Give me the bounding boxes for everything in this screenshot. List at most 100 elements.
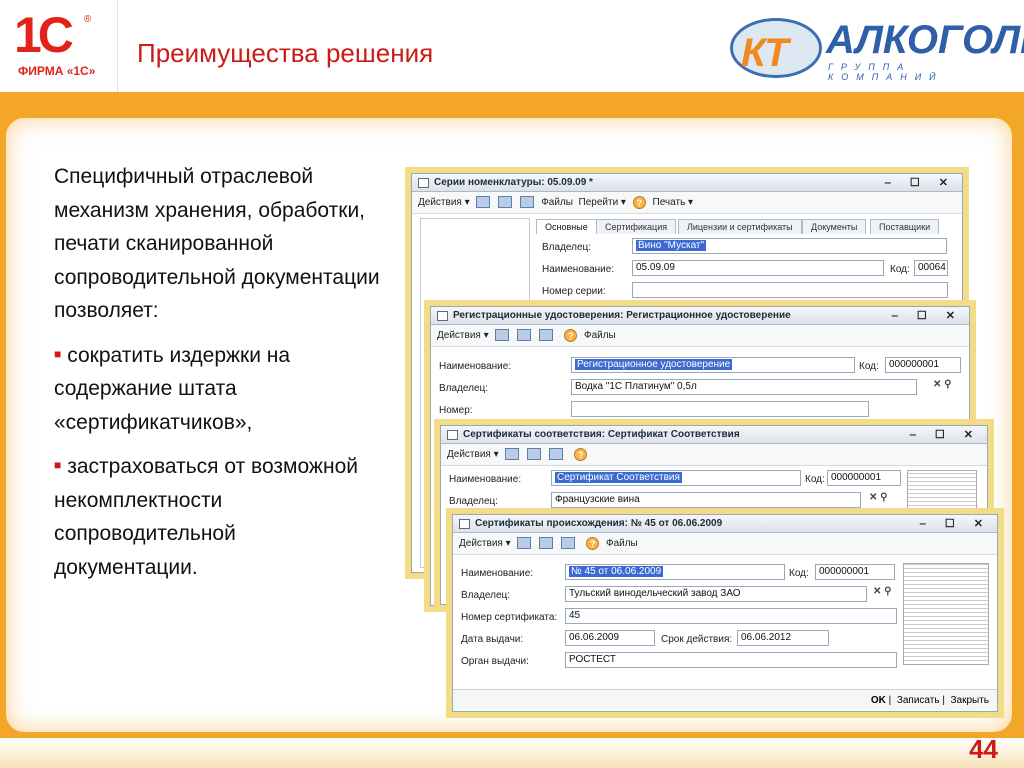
refresh-icon[interactable] [498,196,513,209]
page-number: 44 [969,734,998,764]
window-title: Сертификаты соответствия: Сертификат Соо… [463,429,740,440]
files-button[interactable]: Файлы [584,330,616,341]
clear-icon[interactable]: ✕ ⚲ [933,379,951,390]
window-icon [447,430,458,440]
window-controls[interactable]: ‒ ☐ ✕ [892,307,963,325]
name-field[interactable]: 05.09.09 [632,260,884,276]
owner-field[interactable]: Вино "Мускат" [632,238,947,254]
name-value: Сертификат Соответствия [555,472,682,483]
tab-licenses[interactable]: Лицензии и сертификаты [678,219,802,234]
toolbar: Действия ▾ Файлы Перейти ▾ ? Печать ▾ [412,192,962,214]
window-titlebar[interactable]: Сертификаты происхождения: № 45 от 06.06… [453,515,997,533]
name-value: № 45 от 06.06.2009 [569,566,664,577]
tab-suppliers[interactable]: Поставщики [870,219,940,234]
code-label: Код: [789,568,809,579]
window-titlebar[interactable]: Регистрационные удостоверения: Регистрац… [431,307,969,325]
clear-icon[interactable]: ✕ ⚲ [869,492,887,503]
goto-menu[interactable]: Перейти ▾ [579,197,626,208]
actions-menu[interactable]: Действия ▾ [459,538,511,549]
valid-until-field[interactable]: 06.06.2012 [737,630,829,646]
copy-icon[interactable] [520,196,535,209]
toolbar: Действия ▾ ? Файлы [431,325,969,347]
partner-logo-badge-text: КТ [741,31,788,75]
window-icon [437,311,448,321]
intro-paragraph: Специфичный отраслевой механизм хранения… [54,165,380,322]
help-icon[interactable]: ? [564,328,578,342]
serial-label: Номер серии: [542,286,606,297]
issue-date-field[interactable]: 06.06.2009 [565,630,655,646]
edit-icon[interactable] [517,537,532,550]
owner-label: Владелец: [461,590,511,601]
window-titlebar[interactable]: Сертификаты соответствия: Сертификат Соо… [441,426,987,444]
edit-icon[interactable] [476,196,491,209]
help-icon[interactable]: ? [586,536,600,550]
toolbar: Действия ▾ ? Файлы [453,533,997,555]
edit-icon[interactable] [495,329,510,342]
cert-number-field[interactable]: 45 [565,608,897,624]
serial-field[interactable] [632,282,948,298]
number-field[interactable] [571,401,869,417]
ok-button[interactable]: OK [871,695,886,706]
window-title: Сертификаты происхождения: № 45 от 06.06… [475,518,723,529]
bullet-text: сократить издержки на содержание штата «… [54,343,291,434]
name-field[interactable]: № 45 от 06.06.2009 [565,564,785,580]
bullet-square-icon: ■ [54,346,62,361]
save-button[interactable]: Записать [897,695,940,706]
tab-certification[interactable]: Сертификация [596,219,677,234]
files-button[interactable]: Файлы [606,538,638,549]
partner-logo: КТ АЛКОГОЛЬ ГРУППА КОМПАНИЙ [730,14,1024,84]
owner-field[interactable]: Тульский винодельческий завод ЗАО [565,586,867,602]
header-band [0,92,1024,112]
copy-icon[interactable] [549,448,564,461]
code-field[interactable]: 000000001 [815,564,895,580]
window-controls[interactable]: ‒ ☐ ✕ [920,515,991,533]
name-field[interactable]: Сертификат Соответствия [551,470,801,486]
owner-label: Владелец: [439,383,489,394]
code-label: Код: [890,264,910,275]
files-button[interactable]: Файлы [541,197,573,208]
actions-menu[interactable]: Действия ▾ [437,330,489,341]
partner-logo-badge: КТ [730,18,822,78]
refresh-icon[interactable] [539,537,554,550]
code-field[interactable]: 00064 [914,260,948,276]
close-button[interactable]: Закрыть [950,695,989,706]
refresh-icon[interactable] [517,329,532,342]
edit-icon[interactable] [505,448,520,461]
name-field[interactable]: Регистрационное удостоверение [571,357,855,373]
cert-number-label: Номер сертификата: [461,612,558,623]
page-title: Преимущества решения [137,38,434,68]
owner-field[interactable]: Французские вина [551,492,861,508]
code-label: Код: [805,474,825,485]
help-icon[interactable]: ? [574,447,588,461]
scan-thumbnail[interactable] [903,563,989,665]
name-label: Наименование: [449,474,522,485]
window-origin[interactable]: Сертификаты происхождения: № 45 от 06.06… [452,514,998,712]
footer-band [0,738,1024,768]
logo-registered-mark: ® [84,14,92,25]
window-titlebar[interactable]: Серии номенклатуры: 05.09.09 * ‒ ☐ ✕ [412,174,962,192]
issuer-field[interactable]: РОСТЕСТ [565,652,897,668]
refresh-icon[interactable] [527,448,542,461]
owner-value: Вино "Мускат" [636,240,707,251]
actions-menu[interactable]: Действия ▾ [418,197,470,208]
code-field[interactable]: 000000001 [827,470,901,486]
bullet-square-icon: ■ [54,458,62,472]
copy-icon[interactable] [561,537,576,550]
tab-main[interactable]: Основные [536,219,597,234]
actions-menu[interactable]: Действия ▾ [447,449,499,460]
toolbar: Действия ▾ ? [441,444,987,466]
window-controls[interactable]: ‒ ☐ ✕ [910,426,981,444]
issue-date-label: Дата выдачи: [461,634,524,645]
copy-icon[interactable] [539,329,554,342]
tab-documents[interactable]: Документы [802,219,867,234]
bullet-text: застраховаться от возможной некомплектно… [54,455,358,579]
help-icon[interactable]: ? [632,195,646,209]
print-menu[interactable]: Печать ▾ [653,197,694,208]
name-value: Регистрационное удостоверение [575,359,733,370]
clear-icon[interactable]: ✕ ⚲ [873,586,891,597]
name-label: Наименование: [461,568,534,579]
code-field[interactable]: 000000001 [885,357,961,373]
owner-field[interactable]: Водка "1С Платинум" 0,5л [571,379,917,395]
logo-mark: 1С [14,7,74,63]
window-controls[interactable]: ‒ ☐ ✕ [885,174,956,192]
